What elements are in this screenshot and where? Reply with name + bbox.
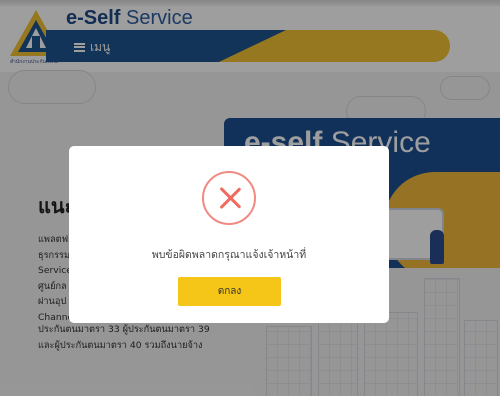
error-dialog: พบข้อผิดพลาดกรุณาแจ้งเจ้าหน้าที่ ตกลง xyxy=(69,146,389,323)
error-x-icon xyxy=(202,171,256,225)
error-message: พบข้อผิดพลาดกรุณาแจ้งเจ้าหน้าที่ xyxy=(151,249,307,261)
ok-button[interactable]: ตกลง xyxy=(178,277,281,306)
